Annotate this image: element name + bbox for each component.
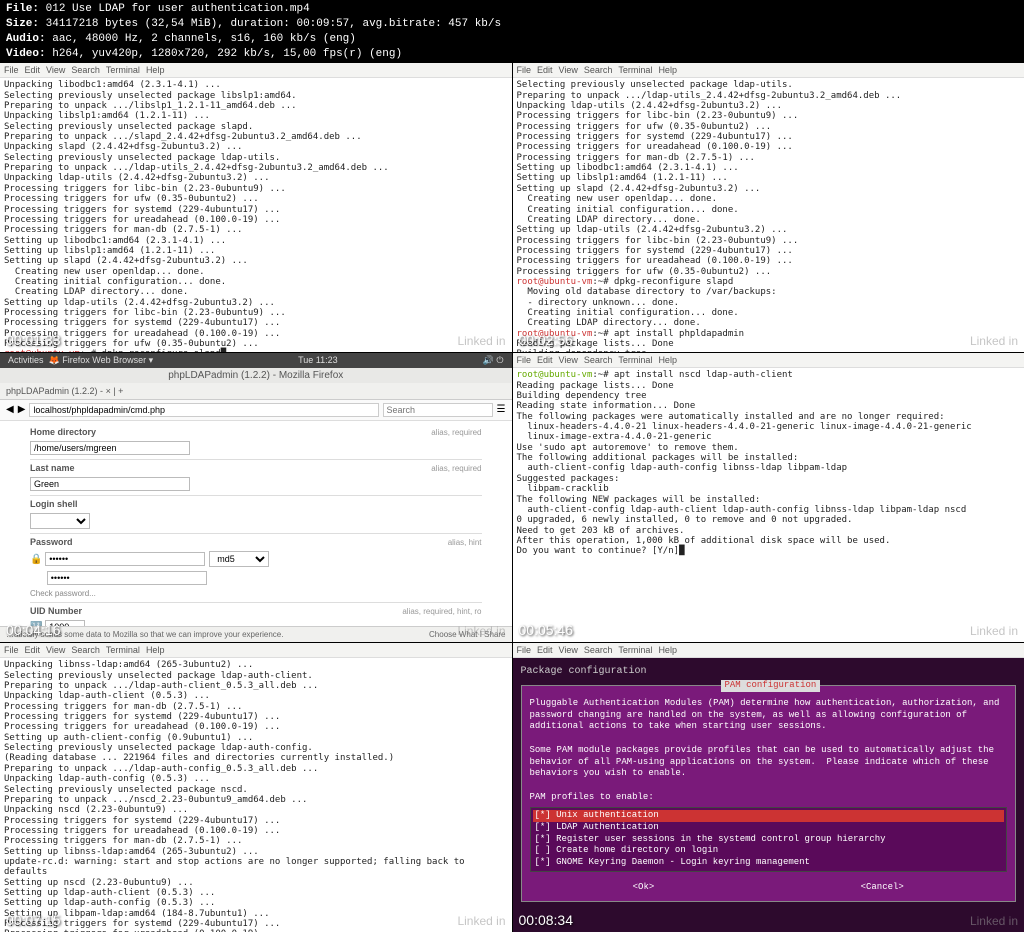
pam-profile-list[interactable]: [*] Unix authentication [*] LDAP Authent…: [530, 807, 1008, 871]
terminal-output[interactable]: root@ubuntu-vm:~# apt install nscd ldap-…: [513, 368, 1024, 642]
ok-button[interactable]: <Ok>: [633, 882, 655, 894]
file-info-header: File: 012 Use LDAP for user authenticati…: [0, 0, 1024, 63]
terminal-menubar[interactable]: FileEditViewSearchTerminalHelp: [0, 63, 512, 78]
frame-4: FileEditViewSearchTerminalHelp root@ubun…: [513, 353, 1024, 642]
browser-tab[interactable]: phpLDAPadmin (1.2.2) - × | +: [0, 383, 512, 400]
watermark: Linked in: [970, 334, 1018, 348]
pam-item-unix[interactable]: [*] Unix authentication: [533, 810, 1005, 822]
cancel-button[interactable]: <Cancel>: [861, 882, 904, 894]
watermark: Linked in: [457, 914, 505, 928]
forward-icon[interactable]: ▶: [18, 404, 26, 416]
timestamp: 00:04:16: [6, 622, 61, 638]
timestamp: 00:07:15: [6, 912, 61, 928]
frame-3: Activities 🦊 Firefox Web Browser ▾Tue 11…: [0, 353, 512, 642]
password-confirm-input[interactable]: [47, 571, 207, 585]
pam-dialog-title: PAM configuration: [721, 680, 821, 692]
gnome-topbar[interactable]: Activities 🦊 Firefox Web Browser ▾Tue 11…: [0, 353, 512, 368]
back-icon[interactable]: ◀: [6, 404, 14, 416]
terminal-output[interactable]: Selecting previously unselected package …: [513, 78, 1024, 352]
pam-dialog: PAM configuration Pluggable Authenticati…: [521, 685, 1017, 902]
window-title: phpLDAPadmin (1.2.2) - Mozilla Firefox: [0, 368, 512, 383]
watermark: Linked in: [970, 624, 1018, 638]
pam-item-keyring[interactable]: [*] GNOME Keyring Daemon - Login keyring…: [533, 857, 1005, 869]
package-config-title: Package configuration: [521, 666, 1017, 677]
timestamp: 00:02:56: [519, 332, 574, 348]
frame-5: FileEditViewSearchTerminalHelp Unpacking…: [0, 643, 512, 932]
terminal-output[interactable]: Unpacking libnss-ldap:amd64 (265-3ubuntu…: [0, 658, 512, 932]
watermark: Linked in: [970, 914, 1018, 928]
address-bar[interactable]: ◀ ▶ ☰: [0, 400, 512, 421]
lock-icon: 🔒: [30, 554, 42, 565]
hash-select[interactable]: md5: [209, 551, 269, 567]
frame-6: FileEditViewSearchTerminalHelp Package c…: [513, 643, 1024, 932]
login-shell-select[interactable]: [30, 513, 90, 529]
frame-2: FileEditViewSearchTerminalHelp Selecting…: [513, 63, 1024, 352]
pam-config-screen: Package configuration PAM configuration …: [513, 658, 1024, 932]
terminal-menubar[interactable]: FileEditViewSearchTerminalHelp: [513, 63, 1024, 78]
timestamp: 00:05:46: [519, 622, 574, 638]
firefox-infobar[interactable]: …atically sends some data to Mozilla so …: [0, 626, 512, 642]
watermark: Linked in: [457, 624, 505, 638]
watermark: Linked in: [457, 334, 505, 348]
frame-1: FileEditViewSearchTerminalHelp Unpacking…: [0, 63, 512, 352]
phpldapadmin-form: Home directoryalias, required Last namea…: [0, 421, 512, 626]
pam-item-systemd[interactable]: [*] Register user sessions in the system…: [533, 834, 1005, 846]
pam-item-ldap[interactable]: [*] LDAP Authentication: [533, 822, 1005, 834]
terminal-menubar[interactable]: FileEditViewSearchTerminalHelp: [513, 643, 1024, 658]
home-dir-input[interactable]: [30, 441, 190, 455]
timestamp: 00:01:33: [6, 332, 61, 348]
search-input[interactable]: [383, 403, 493, 417]
terminal-output[interactable]: Unpacking libodbc1:amd64 (2.3.1-4.1) ...…: [0, 78, 512, 352]
password-input[interactable]: [45, 552, 205, 566]
terminal-menubar[interactable]: FileEditViewSearchTerminalHelp: [0, 643, 512, 658]
lastname-input[interactable]: [30, 477, 190, 491]
pam-item-homedir[interactable]: [ ] Create home directory on login: [533, 845, 1005, 857]
terminal-menubar[interactable]: FileEditViewSearchTerminalHelp: [513, 353, 1024, 368]
url-input[interactable]: [29, 403, 378, 417]
timestamp: 00:08:34: [519, 912, 574, 928]
menu-icon[interactable]: ☰: [497, 404, 506, 416]
